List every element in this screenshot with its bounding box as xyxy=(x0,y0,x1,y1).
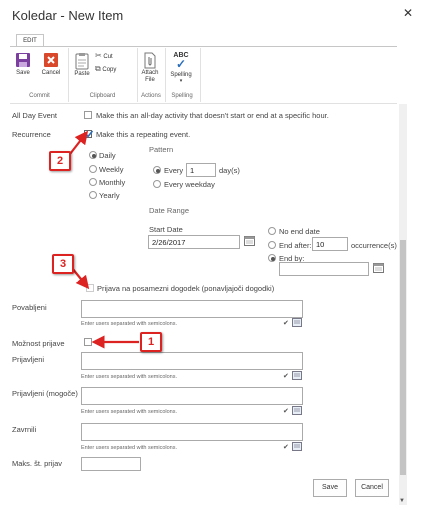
callout-3: 3 xyxy=(52,254,74,274)
arrow-2 xyxy=(69,130,89,155)
callout-1: 1 xyxy=(140,332,162,352)
callout-2: 2 xyxy=(49,151,71,171)
